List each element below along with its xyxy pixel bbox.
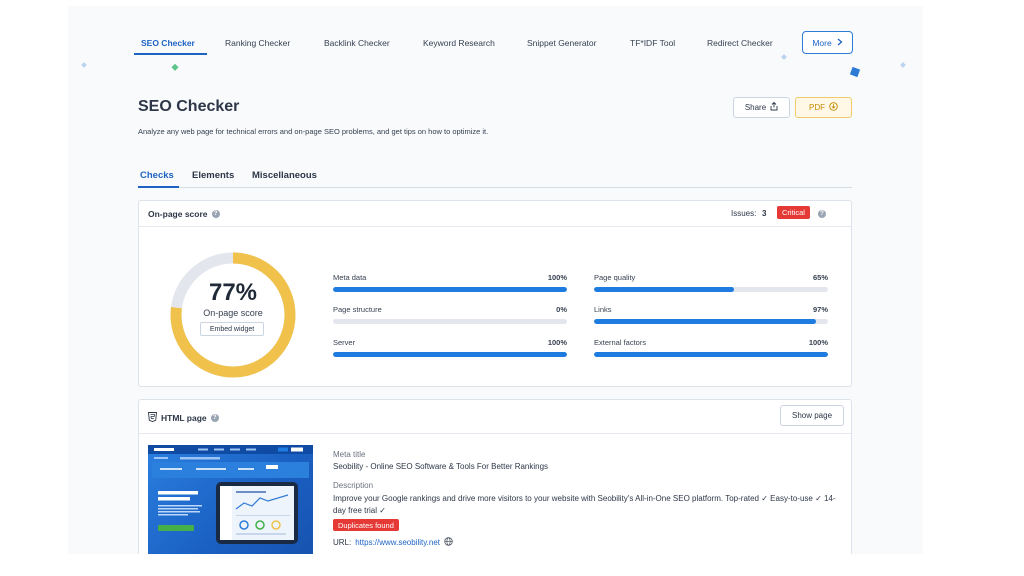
tab-elements[interactable]: Elements xyxy=(192,170,234,181)
nav-tab-snippet-generator[interactable]: Snippet Generator xyxy=(527,38,596,48)
score-label: On-page score xyxy=(203,308,263,318)
confetti-decoration xyxy=(781,54,787,60)
html-page-card: HTML page ? Show page Meta title Seobili… xyxy=(138,399,852,554)
nav-tab-keyword-research[interactable]: Keyword Research xyxy=(423,38,495,48)
card-header: HTML page ? Show page xyxy=(139,400,851,434)
metric-server: Server 100% xyxy=(333,338,567,360)
metric-label: Page quality xyxy=(594,273,636,282)
nav-tab-tfidf-tool[interactable]: TF*IDF Tool xyxy=(630,38,675,48)
progress-fill xyxy=(333,287,567,292)
tab-miscellaneous[interactable]: Miscellaneous xyxy=(252,170,317,181)
duplicates-badge: Duplicates found xyxy=(333,519,399,531)
globe-icon[interactable] xyxy=(444,537,453,548)
card-title: On-page score ? xyxy=(148,209,220,219)
progress-track xyxy=(594,352,828,357)
nav-tab-backlink-checker[interactable]: Backlink Checker xyxy=(324,38,390,48)
page-screenshot-thumbnail xyxy=(148,445,313,554)
info-icon[interactable]: ? xyxy=(211,210,220,218)
progress-fill xyxy=(594,319,817,324)
metric-value: 100% xyxy=(808,338,828,347)
nav-tab-ranking-checker[interactable]: Ranking Checker xyxy=(225,38,290,48)
metric-label: Links xyxy=(594,305,612,314)
score-value: 77% xyxy=(208,279,258,306)
share-button[interactable]: Share xyxy=(733,97,790,118)
info-icon[interactable]: ? xyxy=(818,210,826,218)
metric-value: 65% xyxy=(812,273,828,282)
description-label: Description xyxy=(333,481,374,490)
pdf-button[interactable]: PDF xyxy=(795,97,852,118)
progress-track xyxy=(594,287,828,292)
progress-fill xyxy=(594,352,828,357)
tool-nav: SEO Checker Ranking Checker Backlink Che… xyxy=(68,6,923,72)
metric-value: 100% xyxy=(547,338,567,347)
metric-page-structure: Page structure 0% xyxy=(333,305,567,327)
nav-active-indicator xyxy=(134,53,207,55)
meta-title-label: Meta title xyxy=(333,450,366,459)
issues-count: 3 xyxy=(762,209,767,218)
metric-value: 0% xyxy=(556,305,567,314)
metric-label: Meta data xyxy=(333,273,367,282)
app-frame: SEO Checker Ranking Checker Backlink Che… xyxy=(68,6,923,554)
metric-value: 97% xyxy=(812,305,828,314)
card-title-text: HTML page xyxy=(161,413,207,423)
progress-track xyxy=(333,287,567,292)
url-label: URL: xyxy=(333,538,352,547)
card-title-text: On-page score xyxy=(148,209,208,219)
confetti-decoration xyxy=(171,64,179,71)
page-title: SEO Checker xyxy=(138,98,240,115)
chevron-right-icon xyxy=(837,38,843,48)
download-icon xyxy=(829,102,838,113)
metric-page-quality: Page quality 65% xyxy=(594,273,828,295)
critical-badge: Critical xyxy=(777,206,810,219)
more-button[interactable]: More xyxy=(802,31,853,54)
card-header: On-page score ? Issues: 3 Critical ? xyxy=(139,201,851,227)
results-tabs: Checks Elements Miscellaneous xyxy=(138,168,852,188)
url-row: URL: https://www.seobility.net xyxy=(333,537,453,548)
progress-track xyxy=(333,352,567,357)
metric-value: 100% xyxy=(547,273,567,282)
metric-label: External factors xyxy=(594,338,647,347)
tabs-active-indicator xyxy=(138,186,179,188)
nav-tab-redirect-checker[interactable]: Redirect Checker xyxy=(707,38,773,48)
confetti-decoration xyxy=(81,62,87,68)
pdf-label: PDF xyxy=(809,103,825,112)
metric-label: Page structure xyxy=(333,305,382,314)
confetti-decoration xyxy=(900,62,906,68)
page-description: Analyze any web page for technical error… xyxy=(138,127,489,136)
card-title: HTML page ? xyxy=(148,412,219,424)
share-label: Share xyxy=(744,103,767,112)
progress-track xyxy=(594,319,828,324)
share-icon xyxy=(770,101,778,113)
embed-widget-button[interactable]: Embed widget xyxy=(200,322,264,336)
metric-meta-data: Meta data 100% xyxy=(333,273,567,295)
info-icon[interactable]: ? xyxy=(210,414,219,422)
metric-external-factors: External factors 100% xyxy=(594,338,828,360)
meta-title-value: Seobility - Online SEO Software & Tools … xyxy=(333,462,549,471)
onpage-score-card: On-page score ? Issues: 3 Critical ? 77%… xyxy=(138,200,852,387)
metric-links: Links 97% xyxy=(594,305,828,327)
issues-label: Issues: xyxy=(731,209,757,218)
url-link[interactable]: https://www.seobility.net xyxy=(355,538,440,547)
show-page-button[interactable]: Show page xyxy=(780,405,844,426)
progress-fill xyxy=(333,352,567,357)
progress-fill xyxy=(594,287,735,292)
description-value: Improve your Google rankings and drive m… xyxy=(333,494,836,515)
metric-label: Server xyxy=(333,338,356,347)
tab-checks[interactable]: Checks xyxy=(140,170,174,181)
more-label: More xyxy=(812,37,832,48)
confetti-decoration xyxy=(849,66,861,78)
html5-icon xyxy=(148,412,157,424)
progress-track xyxy=(333,319,567,324)
nav-tab-seo-checker[interactable]: SEO Checker xyxy=(141,38,195,48)
